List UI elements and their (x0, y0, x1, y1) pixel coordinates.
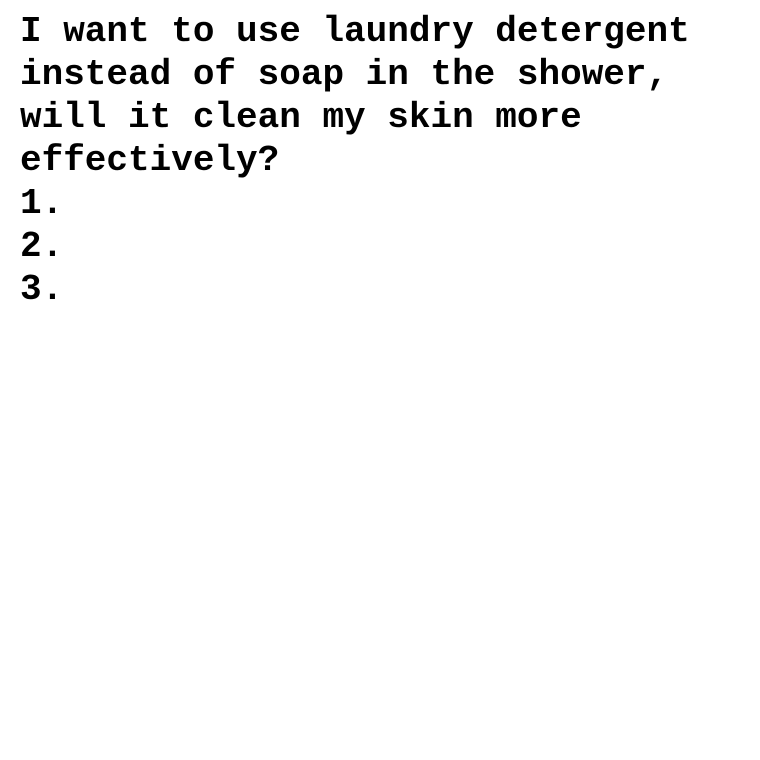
list-item: 1. (20, 183, 64, 224)
answer-list: 1. 2. 3. (20, 182, 740, 311)
question-text: I want to use laundry detergent instead … (20, 11, 712, 181)
list-item: 2. (20, 226, 64, 267)
document-body: I want to use laundry detergent instead … (20, 10, 740, 311)
list-item: 3. (20, 269, 64, 310)
